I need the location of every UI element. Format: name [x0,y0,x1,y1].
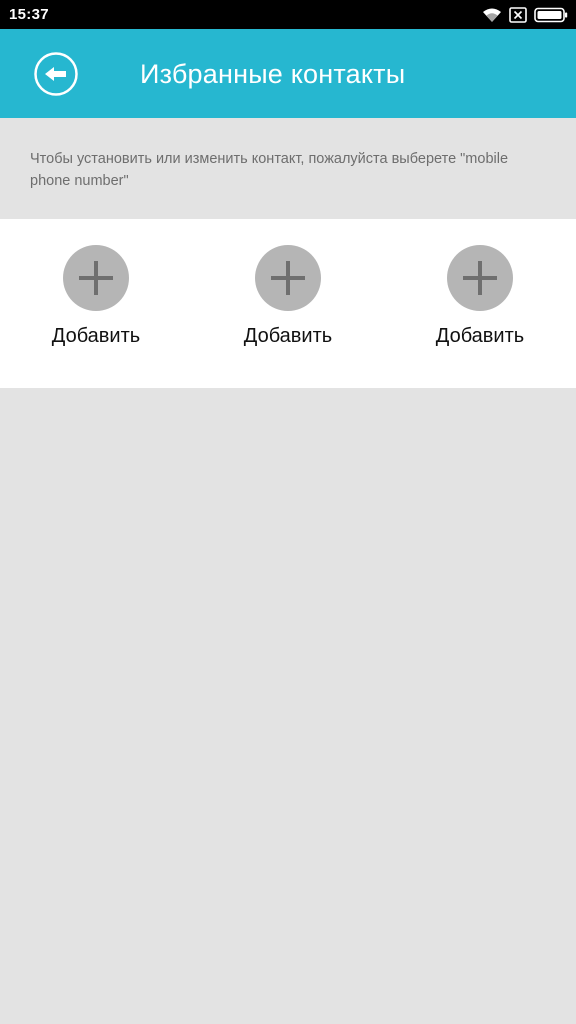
add-circle [255,245,321,311]
status-bar: 15:37 [0,0,576,29]
page-title: Избранные контакты [140,59,406,89]
no-sim-icon [509,7,527,23]
battery-icon [534,7,568,23]
add-contact-label: Добавить [435,325,525,347]
back-button[interactable] [33,51,79,97]
add-circle [63,245,129,311]
hint-area: Чтобы установить или изменить контакт, п… [0,118,576,219]
add-contact-button-3[interactable]: Добавить [405,245,555,355]
add-contact-label: Добавить [51,325,141,347]
back-arrow-icon [33,51,79,97]
hint-text: Чтобы установить или изменить контакт, п… [30,151,509,189]
add-contact-label: Добавить [243,325,333,347]
add-contact-button-2[interactable]: Добавить [213,245,363,355]
add-circle [447,245,513,311]
favorite-contacts-panel: Добавить Добавить Добавить [0,219,576,388]
status-icons [482,5,568,25]
empty-area [0,388,576,1024]
app-bar: Избранные контакты [0,29,576,118]
status-time: 15:37 [9,6,49,23]
add-contact-button-1[interactable]: Добавить [21,245,171,355]
wifi-icon [482,7,502,23]
